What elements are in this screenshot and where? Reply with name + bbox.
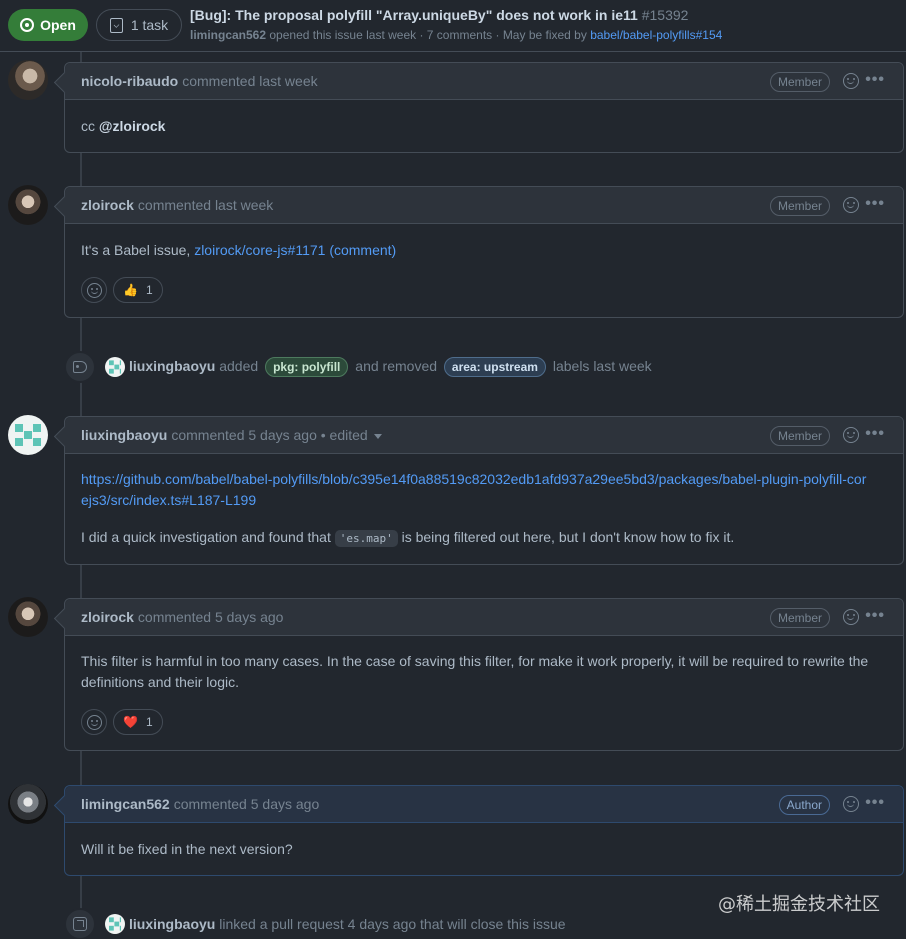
timeline-event-linked-pr: liuxingbaoyu linked a pull request 4 day… xyxy=(64,908,566,939)
kebab-horizontal-icon[interactable]: ••• xyxy=(865,794,885,812)
event-badge xyxy=(64,351,96,383)
smiley-icon[interactable] xyxy=(843,73,859,89)
reaction-thumbs-up[interactable]: 👍 1 xyxy=(113,277,163,303)
timeline-comment: zloirock commented 5 days ago Member •••… xyxy=(64,598,904,751)
issue-state-badge: Open xyxy=(8,9,88,41)
event-verb: and removed xyxy=(355,358,438,374)
event-actor[interactable]: liuxingbaoyu xyxy=(129,916,215,932)
comment-author[interactable]: zloirock xyxy=(81,609,134,625)
reactions-bar: 👍 1 xyxy=(81,277,163,303)
comment-author[interactable]: zloirock xyxy=(81,197,134,213)
comment-header: zloirock commented 5 days ago Member ••• xyxy=(65,599,903,636)
avatar[interactable] xyxy=(105,914,125,934)
issue-opened-text: opened this issue last week · 7 comments… xyxy=(269,28,587,42)
kebab-horizontal-icon[interactable]: ••• xyxy=(865,71,885,89)
label-pkg-polyfill[interactable]: pkg: polyfill xyxy=(265,357,349,377)
smiley-icon xyxy=(86,714,102,730)
reaction-emoji: 👍 xyxy=(123,283,138,297)
role-badge: Member xyxy=(769,72,830,92)
event-suffix[interactable]: labels last week xyxy=(553,358,652,374)
smiley-icon[interactable] xyxy=(843,197,859,213)
issue-sticky-header: Open 1 task [Bug]: The proposal polyfill… xyxy=(0,0,906,52)
timeline-event-labels: liuxingbaoyu added pkg: polyfill and rem… xyxy=(64,351,652,383)
comment-body: cc @zloirock xyxy=(65,116,903,137)
timeline-comment: liuxingbaoyu commented 5 days ago • edit… xyxy=(64,416,904,565)
role-badge: Member xyxy=(769,426,830,446)
add-reaction-button[interactable] xyxy=(81,277,107,303)
user-mention[interactable]: @zloirock xyxy=(99,118,166,134)
tasks-button[interactable]: 1 task xyxy=(96,9,182,41)
reaction-count: 1 xyxy=(145,715,153,729)
reactions-bar: ❤️ 1 xyxy=(81,709,163,735)
smiley-icon[interactable] xyxy=(843,609,859,625)
fix-pr-link[interactable]: babel/babel-polyfills#154 xyxy=(590,28,722,42)
event-text: linked a pull request 4 days ago that wi… xyxy=(219,916,566,932)
tag-icon xyxy=(73,361,87,373)
event-badge xyxy=(64,908,96,939)
checklist-icon xyxy=(109,17,123,33)
kebab-horizontal-icon[interactable]: ••• xyxy=(865,195,885,213)
comment-text: cc xyxy=(81,118,95,134)
comment-author[interactable]: limingcan562 xyxy=(81,796,170,812)
role-badge: Member xyxy=(769,608,830,628)
comment-body: https://github.com/babel/babel-polyfills… xyxy=(65,469,903,549)
issue-opened-icon xyxy=(20,18,35,32)
avatar[interactable] xyxy=(8,60,48,100)
kebab-horizontal-icon[interactable]: ••• xyxy=(865,607,885,625)
triangle-down-icon[interactable] xyxy=(373,433,382,443)
avatar[interactable] xyxy=(8,597,48,637)
issue-title-text: [Bug]: The proposal polyfill "Array.uniq… xyxy=(190,7,638,23)
avatar[interactable] xyxy=(8,784,48,824)
comment-timestamp[interactable]: commented 5 days ago xyxy=(174,796,320,812)
kebab-horizontal-icon[interactable]: ••• xyxy=(865,425,885,443)
smiley-icon[interactable] xyxy=(843,796,859,812)
timeline-comment: nicolo-ribaudo commented last week Membe… xyxy=(64,62,904,153)
comment-text: This filter is harmful in too many cases… xyxy=(81,653,869,690)
reaction-heart[interactable]: ❤️ 1 xyxy=(113,709,163,735)
comment-author[interactable]: nicolo-ribaudo xyxy=(81,73,178,89)
issue-number: #15392 xyxy=(641,7,689,23)
comment-text: I did a quick investigation and found th… xyxy=(81,529,331,545)
comment-author[interactable]: liuxingbaoyu xyxy=(81,427,167,443)
comment-body: This filter is harmful in too many cases… xyxy=(65,651,903,693)
reaction-count: 1 xyxy=(145,283,153,297)
comment-timestamp[interactable]: commented last week xyxy=(138,197,273,213)
avatar[interactable] xyxy=(105,357,125,377)
cross-reference-icon xyxy=(73,917,87,931)
comment-header: limingcan562 commented 5 days ago Author… xyxy=(65,786,903,823)
inline-code: 'es.map' xyxy=(334,530,398,547)
issue-opener-link[interactable]: limingcan562 xyxy=(190,28,266,42)
timeline-comment: zloirock commented last week Member ••• … xyxy=(64,186,904,318)
timeline-comment: limingcan562 commented 5 days ago Author… xyxy=(64,785,904,876)
comment-header: zloirock commented last week Member ••• xyxy=(65,187,903,224)
tasks-label: 1 task xyxy=(130,17,169,33)
issue-subtitle: limingcan562 opened this issue last week… xyxy=(190,28,722,42)
comment-link[interactable]: zloirock/core-js#1171 (comment) xyxy=(194,242,396,258)
avatar[interactable] xyxy=(8,415,48,455)
role-badge: Member xyxy=(769,196,830,216)
comment-header: liuxingbaoyu commented 5 days ago • edit… xyxy=(65,417,903,454)
source-link[interactable]: https://github.com/babel/babel-polyfills… xyxy=(81,471,866,508)
comment-timestamp[interactable]: commented 5 days ago xyxy=(138,609,284,625)
comment-text: It's a Babel issue, xyxy=(81,242,191,258)
comment-text: is being filtered out here, but I don't … xyxy=(401,529,735,545)
role-badge: Author xyxy=(778,795,830,815)
comment-body: It's a Babel issue, zloirock/core-js#117… xyxy=(65,240,903,261)
comment-timestamp[interactable]: commented 5 days ago • edited xyxy=(171,427,367,443)
smiley-icon xyxy=(86,282,102,298)
reaction-emoji: ❤️ xyxy=(123,715,138,729)
add-reaction-button[interactable] xyxy=(81,709,107,735)
issue-title: [Bug]: The proposal polyfill "Array.uniq… xyxy=(190,7,688,23)
comment-text: Will it be fixed in the next version? xyxy=(81,841,293,857)
issue-state-label: Open xyxy=(40,17,76,33)
comment-body: Will it be fixed in the next version? xyxy=(65,839,903,860)
event-verb: added xyxy=(219,358,259,374)
comment-timestamp[interactable]: commented last week xyxy=(182,73,317,89)
avatar[interactable] xyxy=(8,185,48,225)
comment-header: nicolo-ribaudo commented last week Membe… xyxy=(65,63,903,100)
watermark: @稀土掘金技术社区 xyxy=(718,894,880,915)
label-area-upstream[interactable]: area: upstream xyxy=(443,357,546,377)
event-actor[interactable]: liuxingbaoyu xyxy=(129,358,215,374)
smiley-icon[interactable] xyxy=(843,427,859,443)
